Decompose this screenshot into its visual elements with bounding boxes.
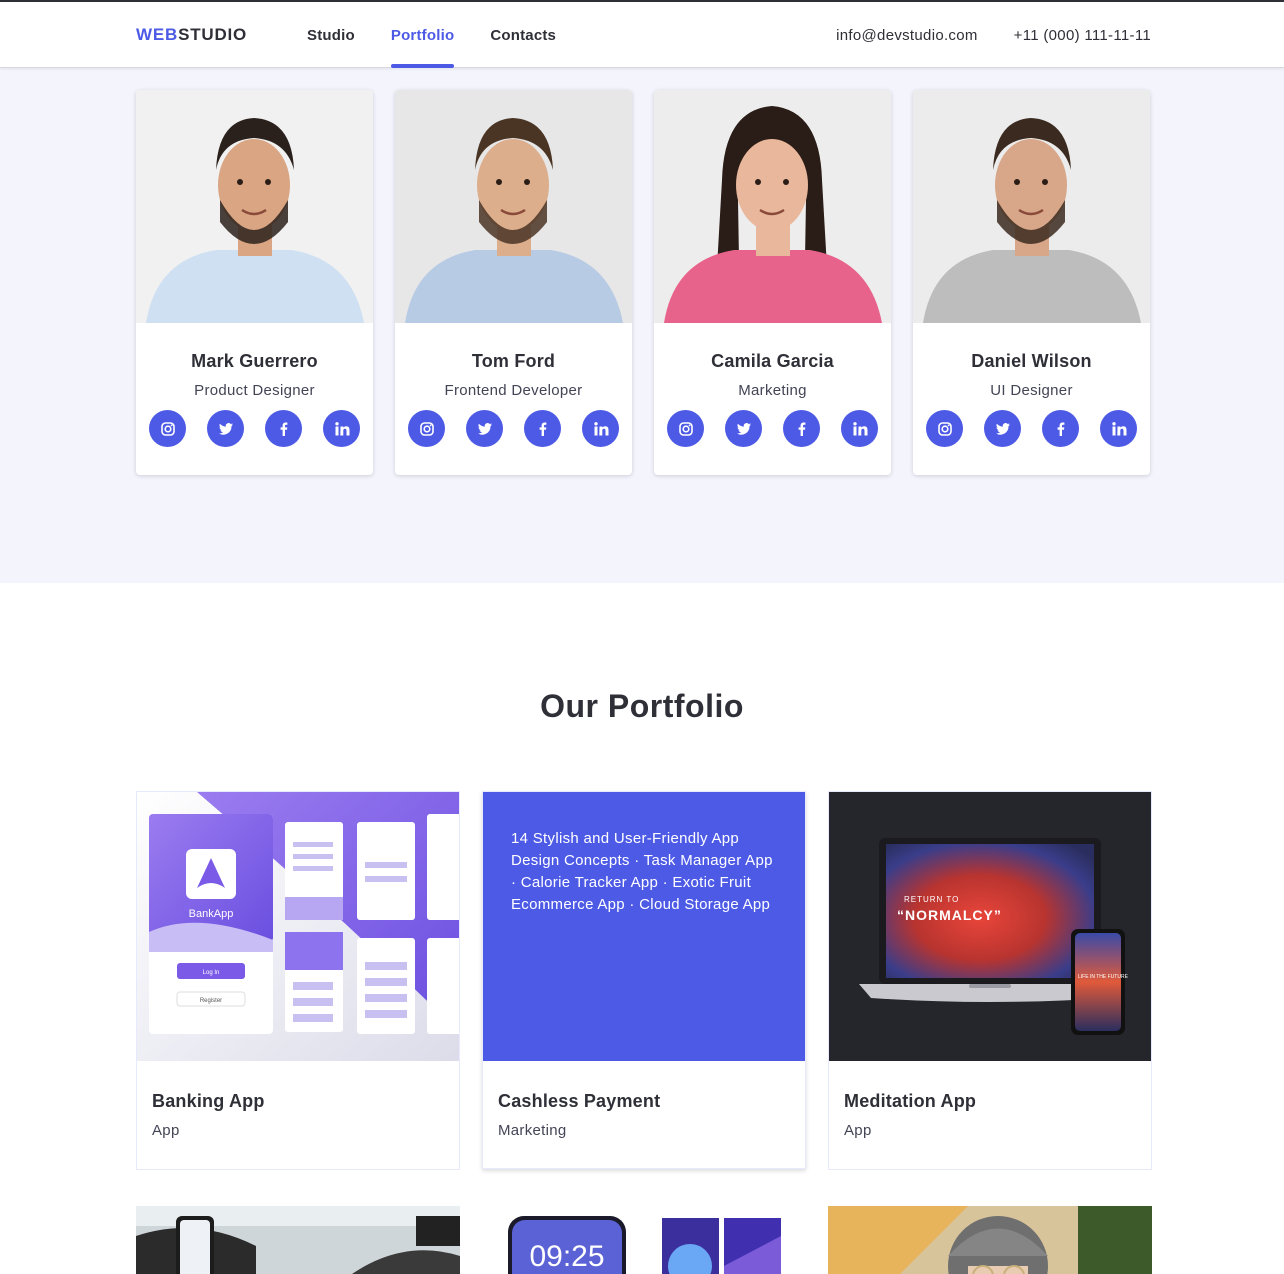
portfolio-card-category: App xyxy=(844,1122,872,1139)
portfolio-title: Our Portfolio xyxy=(540,688,744,724)
linkedin-link[interactable] xyxy=(841,410,878,447)
team-section: Mark Guerrero Product Designer Tom Ford … xyxy=(0,68,1284,583)
twitter-link[interactable] xyxy=(466,410,503,447)
twitter-icon xyxy=(477,422,492,435)
linkedin-icon xyxy=(593,421,608,435)
social-links xyxy=(654,410,891,447)
nav-contacts[interactable]: Contacts xyxy=(490,2,556,68)
portfolio-card-title: Banking App xyxy=(152,1091,265,1111)
social-links xyxy=(395,410,632,447)
twitter-icon xyxy=(218,422,233,435)
team-member-role: Marketing xyxy=(738,382,807,399)
team-member-role: Product Designer xyxy=(194,382,315,399)
phone-link[interactable]: +11 (000) 111-11-11 xyxy=(1014,27,1151,44)
team-member-name: Mark Guerrero xyxy=(191,351,318,371)
portfolio-card-meditation-app[interactable]: RETURN TO “NORMALCY” LIFE IN THE FUTURE … xyxy=(828,791,1152,1170)
linkedin-icon xyxy=(852,421,867,435)
portfolio-card-overlay: 14 Stylish and User-Friendly App Design … xyxy=(483,792,805,1061)
team-member-name: Daniel Wilson xyxy=(971,351,1092,371)
portfolio-card-title: Cashless Payment xyxy=(498,1091,661,1111)
facebook-link[interactable] xyxy=(524,410,561,447)
team-member-name: Camila Garcia xyxy=(711,351,834,371)
header-contacts: info@devstudio.com +11 (000) 111-11-11 xyxy=(836,2,1151,68)
twitter-link[interactable] xyxy=(207,410,244,447)
team-photo xyxy=(395,90,632,323)
instagram-link[interactable] xyxy=(926,410,963,447)
facebook-link[interactable] xyxy=(1042,410,1079,447)
instagram-icon xyxy=(678,421,693,436)
facebook-icon xyxy=(1057,422,1064,436)
clock-text: 09:25 xyxy=(529,1240,604,1273)
nav-portfolio[interactable]: Portfolio xyxy=(390,2,455,68)
twitter-icon xyxy=(736,422,751,435)
logo[interactable]: WEBSTUDIO xyxy=(136,25,247,45)
portfolio-card-banking-app[interactable]: BankApp Log In Register Banking App App xyxy=(136,791,460,1170)
phone-screen-text: LIFE IN THE FUTURE xyxy=(1078,974,1129,980)
twitter-link[interactable] xyxy=(984,410,1021,447)
instagram-link[interactable] xyxy=(408,410,445,447)
banking-app-image: BankApp Log In Register xyxy=(137,792,459,1061)
facebook-icon xyxy=(539,422,546,436)
bank-app-label: BankApp xyxy=(189,908,234,920)
instagram-icon xyxy=(419,421,434,436)
portfolio-card-category: App xyxy=(152,1122,180,1139)
facebook-link[interactable] xyxy=(783,410,820,447)
linkedin-link[interactable] xyxy=(1100,410,1137,447)
portfolio-card-row2-2[interactable]: 09:25 xyxy=(482,1206,806,1274)
bank-login-label: Log In xyxy=(203,970,220,976)
social-links xyxy=(913,410,1150,447)
facebook-link[interactable] xyxy=(265,410,302,447)
social-links xyxy=(136,410,373,447)
site-header: WEBSTUDIO Studio Portfolio Contacts info… xyxy=(0,0,1284,68)
main-nav: Studio Portfolio Contacts xyxy=(307,2,556,68)
logo-text: STUDIO xyxy=(178,25,248,44)
linkedin-link[interactable] xyxy=(323,410,360,447)
team-photo xyxy=(913,90,1150,323)
team-card: Camila Garcia Marketing xyxy=(654,90,891,475)
linkedin-icon xyxy=(1111,421,1126,435)
facebook-icon xyxy=(798,422,805,436)
team-member-role: Frontend Developer xyxy=(444,382,583,399)
portfolio-card-title: Meditation App xyxy=(844,1091,977,1111)
normalcy-big-text: “NORMALCY” xyxy=(897,907,1002,923)
team-card: Tom Ford Frontend Developer xyxy=(395,90,632,475)
meditation-app-image: RETURN TO “NORMALCY” LIFE IN THE FUTURE xyxy=(829,792,1151,1061)
portfolio-card-category: Marketing xyxy=(498,1122,567,1139)
linkedin-icon xyxy=(334,421,349,435)
twitter-link[interactable] xyxy=(725,410,762,447)
instagram-link[interactable] xyxy=(667,410,704,447)
normalcy-small-text: RETURN TO xyxy=(904,895,959,904)
bank-register-label: Register xyxy=(200,998,222,1004)
team-member-role: UI Designer xyxy=(990,382,1073,399)
instagram-icon xyxy=(937,421,952,436)
team-photo xyxy=(654,90,891,323)
team-card: Mark Guerrero Product Designer xyxy=(136,90,373,475)
portfolio-card-cashless-payment[interactable]: 14 Stylish and User-Friendly App Design … xyxy=(482,791,806,1169)
nav-studio[interactable]: Studio xyxy=(307,2,355,68)
facebook-icon xyxy=(280,422,287,436)
team-card: Daniel Wilson UI Designer xyxy=(913,90,1150,475)
email-link[interactable]: info@devstudio.com xyxy=(836,27,978,44)
instagram-link[interactable] xyxy=(149,410,186,447)
team-member-name: Tom Ford xyxy=(471,351,556,371)
cashless-payment-image: 14 Stylish and User-Friendly App Design … xyxy=(483,792,805,1061)
logo-accent: WEB xyxy=(136,25,179,44)
twitter-icon xyxy=(995,422,1010,435)
instagram-icon xyxy=(160,421,175,436)
portfolio-card-row2-3[interactable] xyxy=(828,1206,1152,1274)
portfolio-card-row2-1[interactable] xyxy=(136,1206,460,1274)
team-photo xyxy=(136,90,373,323)
linkedin-link[interactable] xyxy=(582,410,619,447)
